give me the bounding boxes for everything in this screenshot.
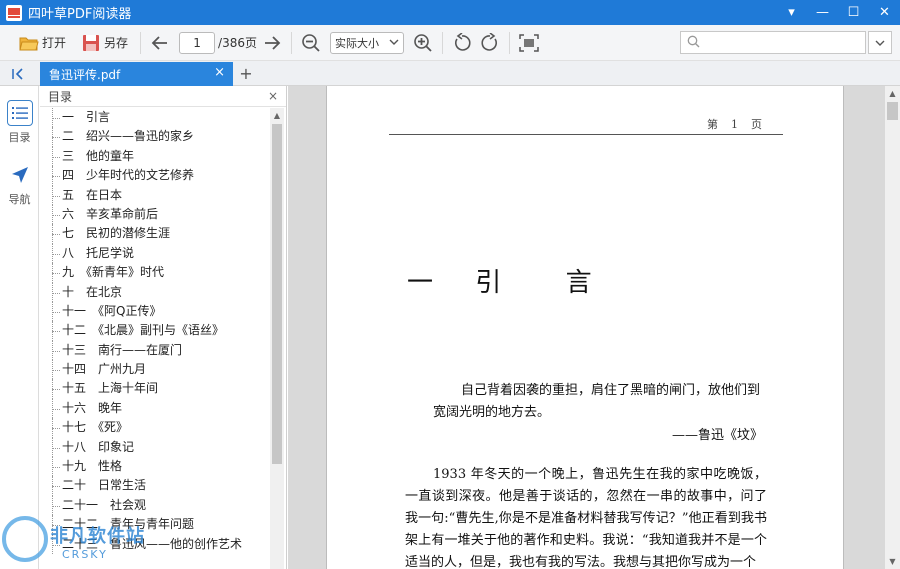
search-box[interactable] — [680, 31, 866, 54]
collapse-sidebar-button[interactable] — [8, 64, 28, 83]
tab-document[interactable]: 鲁迅评传.pdf × — [40, 62, 233, 86]
open-label: 打开 — [42, 36, 67, 50]
outline-panel: 目录 × 一 引言 二 绍兴——鲁迅的家乡 三 他的童年 四 少年时代的文艺修养… — [40, 86, 287, 569]
outline-scroll-thumb[interactable] — [272, 124, 282, 464]
outline-title: 目录 — [48, 89, 73, 104]
window-title: 四叶草PDF阅读器 — [28, 7, 132, 22]
outline-item[interactable]: 六 辛亥革命前后 — [40, 204, 270, 225]
maximize-button[interactable]: ☐ — [838, 0, 869, 25]
epigraph: 自己背着因袭的重担，肩住了黑暗的闸门，放他们到宽阔光明的地方去。 — [433, 383, 761, 420]
chapter-title: 一 引 言 — [407, 262, 594, 299]
outline-item[interactable]: 十六 晚年 — [40, 398, 270, 419]
next-page-icon[interactable] — [261, 32, 283, 54]
save-as-button[interactable]: 另存 — [76, 29, 132, 57]
chapter-word-2: 言 — [565, 268, 594, 298]
rail-outline-label: 目录 — [8, 131, 31, 144]
scroll-up-icon[interactable]: ▲ — [885, 86, 900, 101]
toolbar-divider — [508, 31, 510, 54]
folder-icon — [18, 32, 40, 54]
outline-item[interactable]: 四 少年时代的文艺修养 — [40, 166, 270, 186]
rail-nav-label: 导航 — [8, 193, 31, 206]
watermark-text: 非凡软件站 — [50, 526, 145, 547]
viewer-scroll-thumb[interactable] — [887, 102, 898, 120]
close-tab-icon[interactable]: × — [214, 65, 225, 80]
chevron-down-icon — [875, 36, 885, 50]
close-window-button[interactable]: ✕ — [869, 0, 900, 25]
outline-item[interactable]: 二十 日常生活 — [40, 476, 270, 497]
outline-item[interactable]: 十九 性格 — [40, 457, 270, 477]
outline-item[interactable]: 九 《新青年》时代 — [40, 263, 270, 283]
outline-item[interactable]: 十七 《死》 — [40, 418, 270, 439]
fit-page-icon[interactable] — [518, 32, 540, 54]
toolbar-divider — [140, 31, 142, 54]
list-icon — [6, 100, 33, 126]
pdf-page: 第 1 页 一 引 言 自己背着因袭的重担，肩住了黑暗的闸门，放他们到宽阔光明的… — [326, 86, 844, 569]
open-button[interactable]: 打开 — [14, 29, 70, 57]
outline-item[interactable]: 三 他的童年 — [40, 146, 270, 167]
outline-item[interactable]: 十三 南行——在厦门 — [40, 340, 270, 361]
zoom-out-icon[interactable] — [300, 32, 322, 54]
outline-item[interactable]: 二 绍兴——鲁迅的家乡 — [40, 127, 270, 148]
outline-item[interactable]: 七 民初的潜修生涯 — [40, 224, 270, 245]
zoom-in-icon[interactable] — [412, 32, 434, 54]
epigraph-source: ——鲁迅《坟》 — [671, 428, 763, 443]
search-options-button[interactable] — [868, 31, 892, 54]
watermark: 非凡软件站 CRSKY — [0, 508, 290, 569]
rotate-right-icon[interactable] — [479, 32, 501, 54]
watermark-logo-icon — [2, 516, 48, 562]
outline-item[interactable]: 十一 《阿Q正传》 — [40, 301, 270, 322]
page-total: /386页 — [218, 36, 257, 50]
chapter-word-1: 引 — [475, 268, 504, 298]
tab-bar: 鲁迅评传.pdf × + — [0, 61, 900, 86]
outline-item[interactable]: 五 在日本 — [40, 185, 270, 206]
app-logo-icon — [6, 4, 22, 21]
toolbar: 打开 另存 /386页 实际大小 — [0, 25, 900, 61]
page-header: 第 1 页 — [389, 116, 783, 135]
rail-outline-button[interactable]: 目录 — [0, 100, 39, 145]
search-icon — [687, 35, 700, 51]
toolbar-divider — [441, 31, 443, 54]
outline-header: 目录 × — [40, 86, 286, 107]
close-outline-icon[interactable]: × — [268, 89, 278, 103]
search-input[interactable] — [700, 32, 865, 53]
scroll-up-icon[interactable]: ▲ — [270, 108, 284, 122]
page-number-input[interactable] — [179, 31, 216, 54]
outline-item[interactable]: 十八 印象记 — [40, 437, 270, 458]
prev-page-icon[interactable] — [149, 32, 171, 54]
save-icon — [80, 32, 102, 54]
tab-filename: 鲁迅评传.pdf — [49, 67, 121, 82]
document-viewer: 第 1 页 一 引 言 自己背着因袭的重担，肩住了黑暗的闸门，放他们到宽阔光明的… — [288, 86, 900, 569]
watermark-subtext: CRSKY — [62, 548, 108, 561]
zoom-value: 实际大小 — [334, 36, 379, 50]
collapse-left-icon — [12, 67, 23, 80]
outline-item[interactable]: 八 托尼学说 — [40, 243, 270, 264]
body-paragraph: 1933 年冬天的一个晚上，鲁迅先生在我的家中吃晚饭，一直谈到深夜。他是善于谈话… — [405, 467, 767, 569]
menu-dropdown-button[interactable]: ▾ — [776, 0, 807, 25]
outline-scrollbar[interactable]: ▲ — [270, 108, 284, 569]
outline-item[interactable]: 十四 广州九月 — [40, 360, 270, 380]
rotate-left-icon[interactable] — [451, 32, 473, 54]
add-tab-button[interactable]: + — [236, 63, 256, 83]
chevron-down-icon — [389, 36, 399, 49]
window-controls: ▾ — ☐ ✕ — [776, 0, 900, 25]
side-rail: 目录 导航 — [0, 86, 39, 569]
save-as-label: 另存 — [104, 36, 129, 50]
navigation-arrow-icon — [7, 162, 33, 188]
outline-list: 一 引言 二 绍兴——鲁迅的家乡 三 他的童年 四 少年时代的文艺修养 五 在日… — [40, 108, 270, 569]
title-bar: 四叶草PDF阅读器 ▾ — ☐ ✕ — [0, 0, 900, 25]
scroll-down-icon[interactable]: ▼ — [885, 554, 900, 569]
outline-item[interactable]: 十二 《北晨》副刊与《语丝》 — [40, 321, 270, 342]
rail-nav-button[interactable]: 导航 — [0, 162, 39, 207]
minimize-button[interactable]: — — [807, 0, 838, 25]
toolbar-divider — [290, 31, 292, 54]
viewer-scrollbar[interactable]: ▲ ▼ — [885, 86, 900, 569]
chapter-number: 一 — [407, 268, 436, 298]
outline-item[interactable]: 十五 上海十年间 — [40, 379, 270, 400]
outline-item[interactable]: 十 在北京 — [40, 282, 270, 303]
zoom-select[interactable]: 实际大小 — [329, 31, 404, 54]
outline-item[interactable]: 一 引言 — [40, 108, 270, 128]
